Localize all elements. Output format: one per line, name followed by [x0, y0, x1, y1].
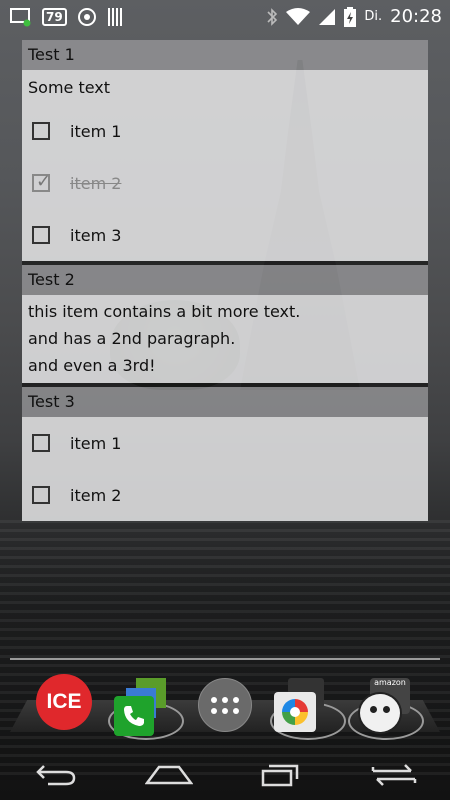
nav-bar — [0, 748, 450, 800]
battery-charging-icon — [344, 6, 357, 27]
camera-photos-folder-icon[interactable] — [270, 674, 330, 734]
list-title[interactable]: Test 2 — [22, 265, 428, 295]
checkbox[interactable] — [32, 486, 50, 504]
checkbox[interactable] — [32, 122, 50, 140]
home-icon[interactable] — [139, 754, 199, 794]
status-bar: 79 Di. 20:28 — [0, 0, 450, 33]
checklist-item-label: item 2 — [70, 485, 122, 505]
list-body: item 1 item 2 — [22, 417, 428, 521]
note-paragraph: and has a 2nd paragraph. — [28, 329, 236, 348]
back-icon[interactable] — [26, 754, 86, 794]
checklist-item-label: item 1 — [70, 121, 122, 141]
notification-app-icon — [10, 7, 32, 27]
badge-79-icon: 79 — [42, 7, 67, 26]
checklist-item[interactable]: item 1 — [22, 105, 428, 157]
checklist-item-label: item 1 — [70, 433, 122, 453]
checkbox[interactable] — [32, 226, 50, 244]
dock-divider — [10, 658, 440, 660]
checkbox[interactable] — [32, 434, 50, 452]
list-title[interactable]: Test 1 — [22, 40, 428, 70]
checkbox-checked[interactable] — [32, 171, 51, 192]
status-time: 20:28 — [390, 6, 442, 27]
list-title[interactable]: Test 3 — [22, 387, 428, 417]
checklist-item[interactable]: item 3 — [22, 209, 428, 261]
ice-label: ICE — [46, 690, 82, 713]
note-paragraph: and even a 3rd! — [28, 356, 156, 375]
notes-widget: Test 1 Some text item 1 item 2 item 3 Te… — [22, 40, 428, 521]
signal-icon — [318, 8, 336, 26]
note-text[interactable]: Some text — [22, 70, 428, 105]
market-folder-icon[interactable]: amazon — [352, 674, 412, 734]
checklist-item-label: item 3 — [70, 225, 122, 245]
phone-folder-icon[interactable] — [112, 674, 172, 736]
recents-icon[interactable] — [251, 754, 311, 794]
status-day: Di. — [364, 9, 383, 24]
note-text[interactable]: this item contains a bit more text. and … — [22, 295, 428, 383]
checklist-item[interactable]: item 1 — [22, 417, 428, 469]
checklist-item-label: item 2 — [70, 173, 122, 193]
app-drawer-icon[interactable] — [198, 678, 252, 732]
wifi-icon — [286, 7, 311, 26]
checklist-item[interactable]: item 2 — [22, 469, 428, 521]
sync-circle-icon — [77, 7, 97, 27]
list-body: Some text item 1 item 2 item 3 — [22, 70, 428, 261]
bluetooth-icon — [266, 7, 278, 27]
checklist-item[interactable]: item 2 — [22, 157, 428, 209]
barcode-icon — [107, 7, 123, 27]
list-body: this item contains a bit more text. and … — [22, 295, 428, 383]
note-paragraph: this item contains a bit more text. — [28, 302, 301, 321]
dock: ICE amazon — [0, 668, 450, 748]
switch-icon[interactable] — [364, 754, 424, 794]
ice-app-icon[interactable]: ICE — [36, 674, 92, 730]
